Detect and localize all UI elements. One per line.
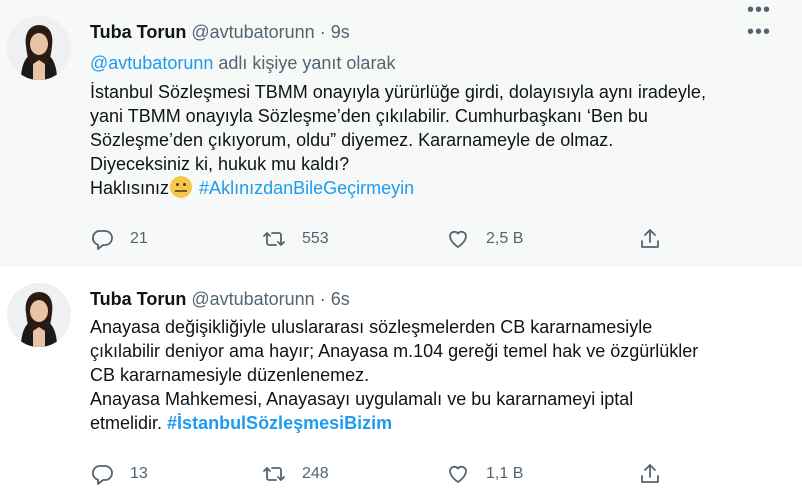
tweet-line: CB kararnamesiyle düzenlenemez. [90, 365, 370, 385]
tweet-header: Tuba Torun @avtubatorunn · 9s [90, 20, 350, 44]
tweet-line: yani TBMM onayıyla Sözleşme’den çıkılabi… [90, 106, 648, 126]
reply-icon [91, 230, 113, 250]
tweet-line: Sözleşme’den çıkıyorum, oldu” diyemez. K… [90, 130, 614, 150]
tweet-time[interactable]: 6s [331, 289, 350, 309]
tweet-line: Haklısınız #AklınızdanBileGeçirmeyin [90, 176, 780, 200]
tweet-actions: 13 248 1,1 B [90, 459, 690, 489]
reply-context: @avtubatorunn adlı kişiye yanıt olarak [90, 51, 395, 75]
tweet-line: İstanbul Sözleşmesi TBMM onayıyla yürürl… [90, 82, 706, 102]
share-icon [641, 229, 659, 248]
heart-icon [449, 465, 467, 483]
more-icon[interactable]: ••• [746, 22, 772, 42]
tweet-2[interactable]: Tuba Torun @avtubatorunn · 6s Anayasa de… [0, 265, 802, 504]
heart-icon [449, 230, 467, 248]
tweet-line: Anayasa Mahkemesi, Anayasayı uygulamalı … [90, 389, 634, 409]
author-name[interactable]: Tuba Torun [90, 22, 186, 42]
tweet-line: Diyeceksiniz ki, hukuk mu kaldı? [90, 154, 350, 174]
hashtag-link[interactable]: #AklınızdanBileGeçirmeyin [199, 178, 414, 198]
like-count: 2,5 B [486, 230, 524, 247]
tweet-time[interactable]: 9s [331, 22, 350, 42]
tweet-text: İstanbul Sözleşmesi TBMM onayıyla yürürl… [90, 80, 780, 200]
tweet-line: çıkılabilir deniyor ama hayır; Anayasa m… [90, 341, 699, 361]
reply-mention-link[interactable]: @avtubatorunn [90, 53, 213, 73]
tweet-1[interactable]: Tuba Torun @avtubatorunn · 9s ••• @avtub… [0, 0, 802, 265]
author-handle[interactable]: @avtubatorunn [191, 22, 314, 42]
retweet-button[interactable]: 553 [262, 224, 329, 254]
author-handle[interactable]: @avtubatorunn [191, 289, 314, 309]
reply-icon [91, 465, 113, 485]
author-name[interactable]: Tuba Torun [90, 289, 186, 309]
tweet-line-text: Haklısınız [90, 178, 170, 198]
retweet-button[interactable]: 248 [262, 459, 329, 489]
more-icon[interactable]: ••• [746, 0, 772, 20]
tweet-actions: 21 553 2,5 B [90, 224, 690, 254]
tweet-header: Tuba Torun @avtubatorunn · 6s [90, 287, 350, 311]
like-button[interactable]: 2,5 B [446, 224, 523, 254]
tweet-line: etmelidir. #İstanbulSözleşmesiBizim [90, 411, 780, 435]
like-count: 1,1 B [486, 465, 524, 482]
avatar[interactable] [7, 16, 71, 80]
hashtag-link[interactable]: #İstanbulSözleşmesiBizim [167, 413, 392, 433]
retweet-icon [263, 467, 285, 481]
reply-button[interactable]: 21 [90, 224, 148, 254]
reply-context-text: adlı kişiye yanıt olarak [213, 53, 396, 73]
tweet-text: Anayasa değişikliğiyle uluslararası sözl… [90, 315, 780, 435]
retweet-icon [263, 232, 285, 246]
tweet-line-text: etmelidir. [90, 413, 163, 433]
share-button[interactable] [638, 459, 662, 489]
zipper-mouth-face-icon [170, 176, 193, 198]
share-button[interactable] [638, 224, 662, 254]
share-icon [641, 464, 659, 483]
like-button[interactable]: 1,1 B [446, 459, 523, 489]
reply-button[interactable]: 13 [90, 459, 148, 489]
retweet-count: 553 [302, 230, 329, 247]
separator-dot: · [319, 289, 326, 309]
avatar[interactable] [7, 283, 71, 347]
separator-dot: · [319, 22, 326, 42]
retweet-count: 248 [302, 465, 329, 482]
reply-count: 21 [130, 230, 148, 247]
tweet-line: Anayasa değişikliğiyle uluslararası sözl… [90, 317, 653, 337]
reply-count: 13 [130, 465, 148, 482]
